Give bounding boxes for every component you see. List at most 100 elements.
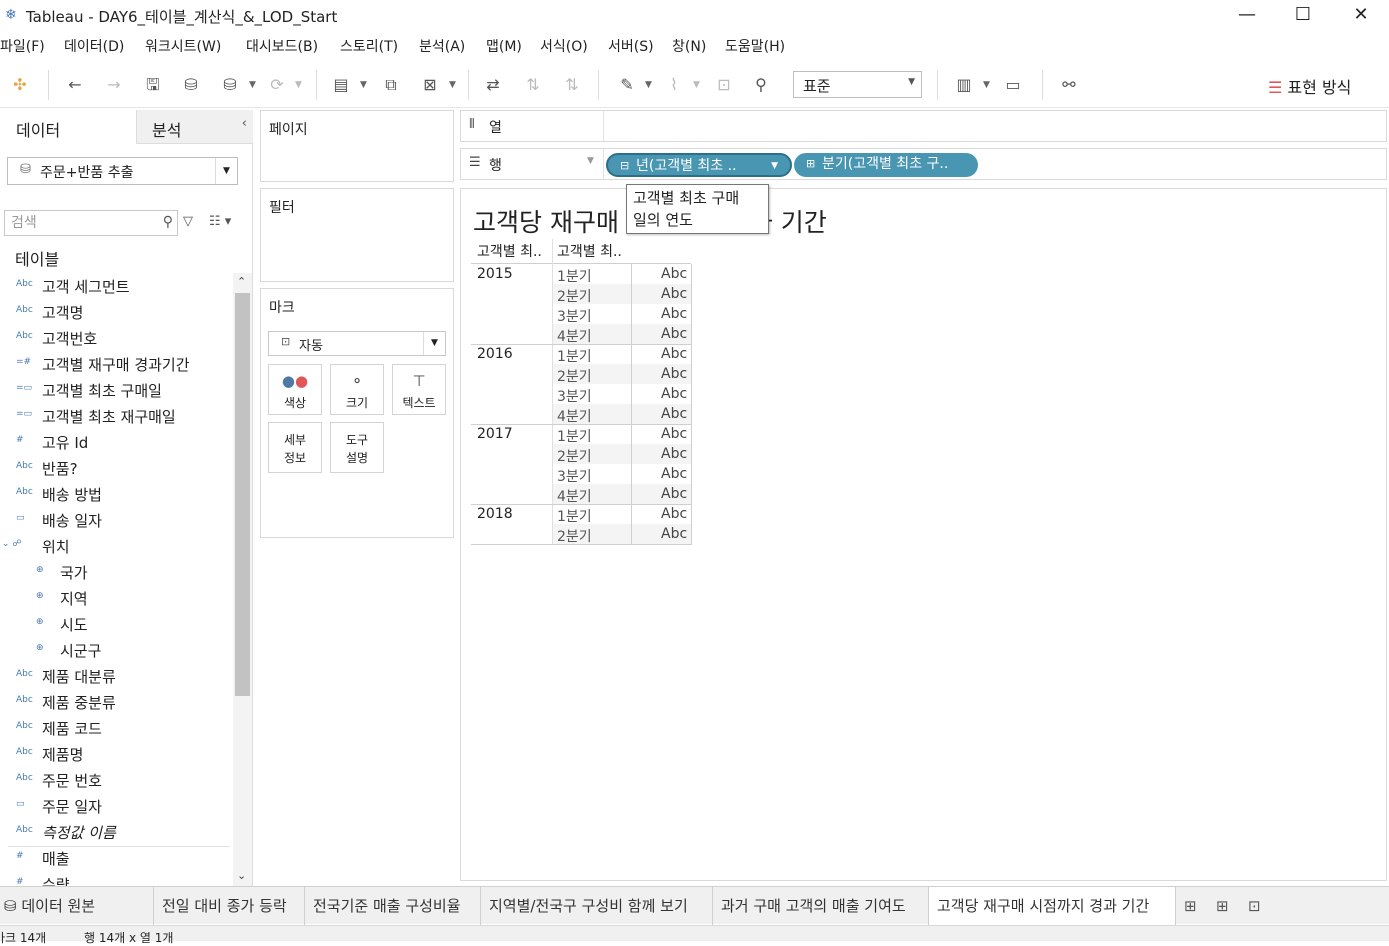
field-item[interactable]: Abc 제품 중분류 bbox=[0, 689, 233, 715]
expand-icon[interactable]: ⊞ bbox=[806, 153, 815, 175]
field-item[interactable]: ⊕ 국가 bbox=[0, 559, 233, 585]
presentation-mode-icon[interactable]: ▭ bbox=[1000, 72, 1026, 98]
maximize-button[interactable]: ☐ bbox=[1280, 0, 1326, 32]
share-icon[interactable]: ⚯ bbox=[1056, 72, 1082, 98]
field-item[interactable]: Abc 배송 방법 bbox=[0, 481, 233, 507]
scroll-down-icon[interactable]: ⌄ bbox=[237, 869, 246, 882]
collapse-icon[interactable]: ⊟ bbox=[620, 155, 629, 175]
quarter-header[interactable]: 2분기 bbox=[557, 366, 592, 386]
chevron-down-icon[interactable]: ▼ bbox=[771, 155, 778, 175]
field-list-scrollbar[interactable]: ⌃ ⌄ bbox=[233, 273, 252, 886]
menu-data[interactable]: 데이터(D) bbox=[64, 36, 124, 56]
menu-window[interactable]: 창(N) bbox=[672, 36, 706, 56]
chevron-down-icon[interactable]: ▼ bbox=[249, 72, 256, 98]
quarter-header[interactable]: 4분기 bbox=[557, 406, 592, 426]
new-datasource-icon[interactable]: ⛁ bbox=[178, 72, 204, 98]
quarter-header[interactable]: 1분기 bbox=[557, 266, 592, 286]
quarter-header[interactable]: 4분기 bbox=[557, 326, 592, 346]
sheet-tab[interactable]: 과거 구매 고객의 매출 기여도 bbox=[713, 887, 929, 925]
size-button[interactable]: ⚬ 크기 bbox=[330, 364, 384, 415]
menu-format[interactable]: 서식(O) bbox=[540, 36, 588, 56]
show-mark-labels-icon[interactable]: ⊡ bbox=[711, 72, 737, 98]
redo-icon[interactable]: → bbox=[101, 72, 127, 98]
field-item[interactable]: ▭ 배송 일자 bbox=[0, 507, 233, 533]
tableau-home-icon[interactable]: ✣ bbox=[7, 72, 33, 98]
view-options-icon[interactable]: ☷ ▾ bbox=[209, 214, 231, 229]
menu-worksheet[interactable]: 워크시트(W) bbox=[145, 36, 221, 56]
quarter-header[interactable]: 1분기 bbox=[557, 506, 592, 526]
refresh-icon[interactable]: ⟳ bbox=[264, 72, 290, 98]
sheet-tab[interactable]: 전일 대비 종가 등락 bbox=[154, 887, 305, 925]
filters-card[interactable]: 필터 bbox=[260, 188, 454, 282]
quarter-header[interactable]: 3분기 bbox=[557, 306, 592, 326]
quarter-header[interactable]: 2분기 bbox=[557, 286, 592, 306]
quarter-header[interactable]: 1분기 bbox=[557, 346, 592, 366]
menu-file[interactable]: 파일(F) bbox=[0, 36, 45, 56]
swap-rows-columns-icon[interactable]: ⇄ bbox=[480, 72, 506, 98]
chevron-left-icon[interactable]: ‹ bbox=[242, 116, 247, 131]
field-item[interactable]: =▭ 고객별 최초 재구매일 bbox=[0, 403, 233, 429]
undo-icon[interactable]: ← bbox=[62, 72, 88, 98]
minimize-button[interactable]: — bbox=[1224, 0, 1270, 32]
sheet-tab[interactable]: 지역별/전국구 구성비 함께 보기 bbox=[481, 887, 713, 925]
text-button[interactable]: ⊤ 텍스트 bbox=[392, 364, 446, 415]
sort-descending-icon[interactable]: ⇅ bbox=[559, 72, 585, 98]
year-header[interactable]: 2016 bbox=[477, 346, 513, 362]
field-item[interactable]: # 수량 bbox=[0, 871, 233, 886]
chevron-down-icon[interactable]: ▼ bbox=[693, 72, 700, 98]
show-cards-icon[interactable]: ▥ bbox=[951, 72, 977, 98]
field-item[interactable]: ⊕ 시도 bbox=[0, 611, 233, 637]
text-mark[interactable]: Abc bbox=[661, 466, 687, 482]
new-worksheet-icon[interactable]: ▤ bbox=[328, 72, 354, 98]
scroll-thumb[interactable] bbox=[235, 293, 250, 696]
field-item[interactable]: Abc 제품 코드 bbox=[0, 715, 233, 741]
text-mark[interactable]: Abc bbox=[661, 366, 687, 382]
pause-updates-icon[interactable]: ⛁ bbox=[217, 72, 243, 98]
chevron-down-icon[interactable]: ▼ bbox=[645, 72, 652, 98]
new-worksheet-icon[interactable]: ⊞ bbox=[1184, 897, 1197, 915]
row-pill-year[interactable]: ⊟ 년(고객별 최초 .. ▼ bbox=[606, 153, 792, 177]
pages-card[interactable]: 페이지 bbox=[260, 110, 454, 182]
column-header-year[interactable]: 고객별 최.. bbox=[477, 241, 542, 261]
menu-analysis[interactable]: 분석(A) bbox=[419, 36, 465, 56]
quarter-header[interactable]: 1분기 bbox=[557, 426, 592, 446]
menu-story[interactable]: 스토리(T) bbox=[340, 36, 398, 56]
quarter-header[interactable]: 2분기 bbox=[557, 446, 592, 466]
chevron-down-icon[interactable]: ▼ bbox=[983, 72, 990, 98]
mark-type-select[interactable]: ⊡ 자동 ▼ bbox=[268, 331, 446, 356]
field-item[interactable]: Abc 주문 번호 bbox=[0, 767, 233, 793]
field-item[interactable]: Abc 제품명 bbox=[0, 741, 233, 767]
detail-button[interactable]: 세부 정보 bbox=[268, 422, 322, 473]
text-mark[interactable]: Abc bbox=[661, 266, 687, 282]
chevron-down-icon[interactable]: ▼ bbox=[360, 72, 367, 98]
field-item[interactable]: Abc 측정값 이름 bbox=[0, 819, 233, 845]
field-item[interactable]: Abc 고객 세그먼트 bbox=[0, 273, 233, 299]
tooltip-button[interactable]: 도구 설명 bbox=[330, 422, 384, 473]
field-item[interactable]: Abc 고객번호 bbox=[0, 325, 233, 351]
datasource-select[interactable]: ⛁ 주문+반품 추출 ▼ bbox=[7, 157, 238, 185]
year-header[interactable]: 2018 bbox=[477, 506, 513, 522]
text-mark[interactable]: Abc bbox=[661, 286, 687, 302]
filter-icon[interactable]: ▽ bbox=[183, 214, 193, 229]
menu-dashboard[interactable]: 대시보드(B) bbox=[246, 36, 318, 56]
sheet-tab[interactable]: 전국기준 매출 구성비율 bbox=[305, 887, 481, 925]
field-item[interactable]: ⌄ ☍ 위치 bbox=[0, 533, 233, 559]
scroll-up-icon[interactable]: ⌃ bbox=[237, 275, 246, 288]
year-header[interactable]: 2017 bbox=[477, 426, 513, 442]
close-button[interactable]: ✕ bbox=[1338, 0, 1384, 32]
search-field[interactable]: ⚲ bbox=[4, 210, 178, 236]
highlight-icon[interactable]: ✎ bbox=[614, 72, 640, 98]
menu-map[interactable]: 맵(M) bbox=[486, 36, 522, 56]
field-item[interactable]: ⊕ 지역 bbox=[0, 585, 233, 611]
field-item[interactable]: Abc 제품 대분류 bbox=[0, 663, 233, 689]
text-mark[interactable]: Abc bbox=[661, 406, 687, 422]
text-mark[interactable]: Abc bbox=[661, 506, 687, 522]
group-members-icon[interactable]: ⌇ bbox=[661, 72, 687, 98]
text-mark[interactable]: Abc bbox=[661, 446, 687, 462]
text-mark[interactable]: Abc bbox=[661, 346, 687, 362]
text-mark[interactable]: Abc bbox=[661, 526, 687, 542]
fix-axes-icon[interactable]: ⚲ bbox=[748, 72, 774, 98]
text-mark[interactable]: Abc bbox=[661, 426, 687, 442]
chevron-down-icon[interactable]: ▼ bbox=[449, 72, 456, 98]
field-item[interactable]: # 매출 bbox=[0, 845, 233, 871]
